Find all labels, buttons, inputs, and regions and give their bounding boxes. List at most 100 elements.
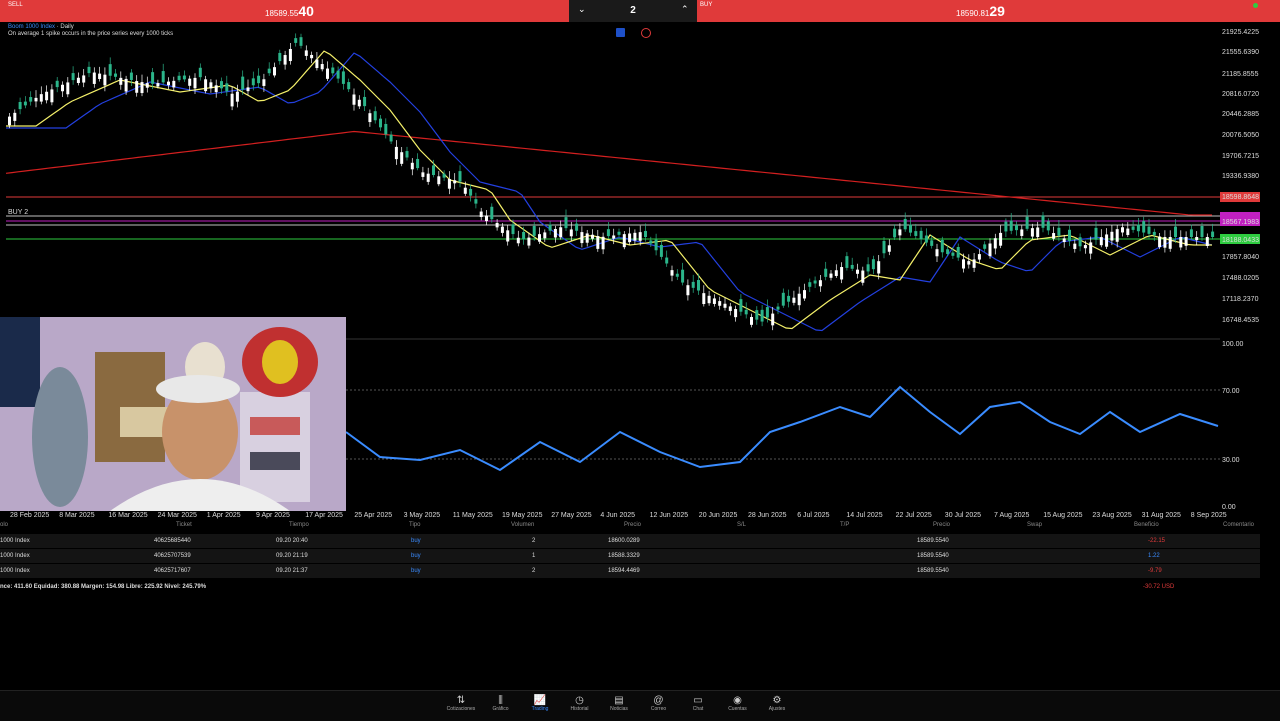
bullish-candle bbox=[893, 228, 897, 238]
order-bar: SELL 18589.5540 ⌄ 2 ⌃ BUY 18590.8129 bbox=[0, 0, 1280, 22]
bullish-candle bbox=[564, 217, 568, 229]
date-axis-label: 6 Jul 2025 bbox=[797, 512, 829, 519]
bearish-candle bbox=[962, 259, 965, 269]
bearish-candle bbox=[1184, 237, 1188, 246]
bearish-candle bbox=[479, 211, 483, 218]
bullish-candle bbox=[644, 230, 647, 237]
bearish-candle bbox=[538, 234, 541, 242]
bearish-candle bbox=[712, 298, 716, 304]
bearish-candle bbox=[119, 77, 123, 85]
bullish-candle bbox=[278, 52, 282, 62]
bullish-candle bbox=[151, 72, 155, 84]
date-axis-label: 28 Jun 2025 bbox=[748, 512, 787, 519]
bearish-candle bbox=[591, 234, 594, 239]
position-row[interactable]: 1000 Index 40625685440 09.20 20:40 buy 2 1860… bbox=[0, 534, 1260, 548]
lot-value[interactable]: 2 bbox=[569, 5, 697, 16]
nav-chart-icon: ⫼ bbox=[498, 695, 503, 706]
header-profit: Beneficio bbox=[1134, 522, 1159, 528]
buy-button[interactable]: BUY 18590.8129 bbox=[697, 0, 1261, 22]
bearish-candle bbox=[135, 81, 139, 93]
bullish-candle bbox=[983, 244, 987, 249]
bullish-candle bbox=[108, 64, 112, 76]
bullish-candle bbox=[182, 75, 186, 80]
ma-slow-line bbox=[5, 130, 1212, 216]
header-swap: Swap bbox=[1027, 522, 1043, 528]
bearish-candle bbox=[437, 176, 441, 185]
bullish-candle bbox=[654, 239, 658, 251]
bearish-candle bbox=[283, 55, 287, 65]
bullish-candle bbox=[866, 264, 870, 272]
position-row[interactable]: 1000 Index 40625717607 09.20 21:37 buy 2 1859… bbox=[0, 564, 1260, 578]
bullish-candle bbox=[1174, 226, 1177, 237]
bullish-candle bbox=[824, 268, 828, 277]
bullish-candle bbox=[1004, 221, 1008, 232]
bullish-candle bbox=[220, 81, 223, 89]
price-axis-label: 21555.6390 bbox=[1222, 49, 1259, 56]
nav-chat[interactable]: ▭ Chat bbox=[679, 695, 717, 712]
sell-button[interactable]: SELL 18589.5540 bbox=[0, 0, 569, 22]
bearish-candle bbox=[702, 293, 706, 305]
header-current-price: Precio bbox=[933, 522, 951, 528]
bullish-candle bbox=[813, 280, 817, 284]
sell-label: SELL bbox=[8, 2, 23, 8]
position-type: buy bbox=[411, 553, 421, 559]
nav-cuentas[interactable]: ◉ Cuentas bbox=[719, 695, 757, 712]
bearish-candle bbox=[352, 94, 356, 105]
position-current-price: 18589.5540 bbox=[917, 553, 949, 559]
bearish-candle bbox=[977, 254, 981, 260]
date-axis-label: 27 May 2025 bbox=[551, 512, 592, 519]
price-axis-label: 21185.8555 bbox=[1222, 71, 1259, 78]
position-row[interactable]: 1000 Index 40625707539 09.20 21:19 buy 1 1858… bbox=[0, 549, 1260, 563]
bearish-candle bbox=[993, 238, 997, 249]
nav-trading[interactable]: 📈 Trading bbox=[521, 695, 559, 712]
connection-status bbox=[1253, 0, 1280, 22]
bearish-candle bbox=[559, 227, 563, 238]
buy-line-label: BUY 2 bbox=[8, 209, 28, 216]
bullish-candle bbox=[924, 235, 928, 243]
bearish-candle bbox=[723, 303, 727, 308]
bullish-candle bbox=[1009, 220, 1013, 231]
nav-noticias[interactable]: ▤ Noticias bbox=[600, 695, 638, 712]
bearish-candle bbox=[1195, 237, 1199, 241]
bearish-candle bbox=[553, 228, 557, 238]
bullish-candle bbox=[1189, 229, 1193, 237]
bearish-candle bbox=[140, 82, 144, 94]
bearish-candle bbox=[1205, 237, 1209, 246]
bullish-candle bbox=[161, 71, 165, 83]
bearish-candle bbox=[204, 79, 208, 92]
bullish-candle bbox=[241, 76, 245, 90]
nav-correo[interactable]: @ Correo bbox=[640, 695, 678, 712]
indicator-window-icon[interactable] bbox=[616, 28, 625, 37]
date-axis-label: 30 Jul 2025 bbox=[945, 512, 981, 519]
bullish-candle bbox=[1136, 224, 1140, 232]
bearish-candle bbox=[516, 237, 520, 244]
chart-symbol-header: Boom 1000 Index · Daily bbox=[8, 24, 74, 30]
date-axis-label: 31 Aug 2025 bbox=[1142, 512, 1181, 519]
level-price-label: 18567.1983 bbox=[1222, 219, 1259, 226]
bearish-candle bbox=[214, 85, 218, 93]
nav-ajustes[interactable]: ⚙ Ajustes bbox=[758, 695, 796, 712]
bullish-candle bbox=[416, 158, 420, 169]
bullish-candle bbox=[267, 68, 271, 74]
bearish-candle bbox=[230, 93, 234, 107]
webcam-overlay bbox=[0, 317, 346, 511]
date-axis-label: 16 Mar 2025 bbox=[108, 512, 147, 519]
lot-increase-button[interactable]: ⌃ bbox=[681, 4, 689, 15]
bullish-candle bbox=[781, 292, 785, 306]
bullish-candle bbox=[930, 240, 934, 246]
clock-icon[interactable] bbox=[641, 28, 651, 38]
bullish-candle bbox=[548, 224, 552, 231]
bottom-navigation: ⇅ Cotizaciones ⫼ Gráfico 📈 Trading ◷ Historial ▤… bbox=[0, 690, 1280, 721]
oscillator-axis-label: 70.00 bbox=[1222, 388, 1240, 395]
bullish-candle bbox=[946, 249, 950, 255]
nav-cotizaciones[interactable]: ⇅ Cotizaciones bbox=[442, 695, 480, 712]
bearish-candle bbox=[707, 295, 711, 304]
nav-historial[interactable]: ◷ Historial bbox=[561, 695, 599, 712]
nav-grfico[interactable]: ⫼ Gráfico bbox=[482, 695, 520, 712]
bullish-candle bbox=[681, 269, 685, 283]
bullish-candle bbox=[379, 118, 382, 128]
bullish-candle bbox=[617, 231, 621, 235]
bearish-candle bbox=[856, 269, 859, 274]
date-axis-label: 9 Apr 2025 bbox=[256, 512, 290, 519]
lot-stepper[interactable]: ⌄ 2 ⌃ bbox=[569, 0, 697, 22]
